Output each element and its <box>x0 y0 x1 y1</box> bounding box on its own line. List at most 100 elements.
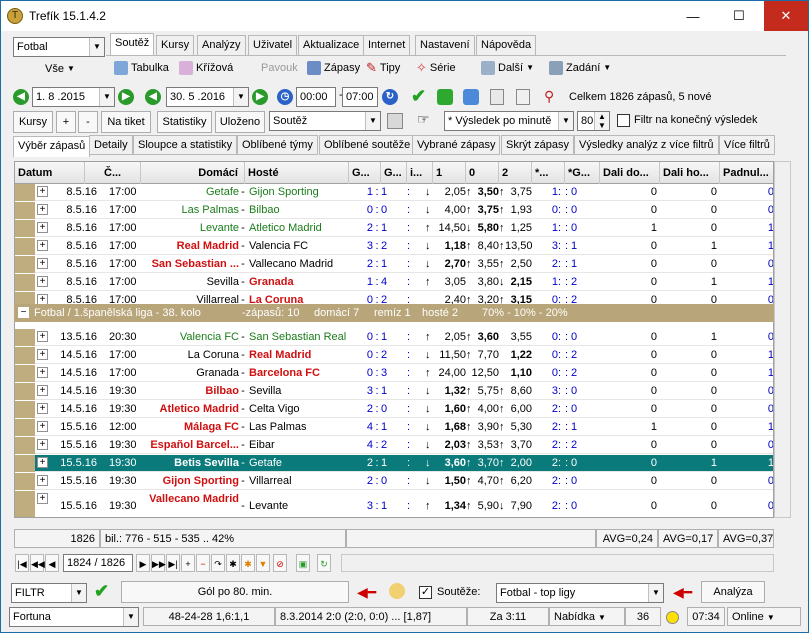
asterisk-icon[interactable]: ✱ <box>226 554 240 572</box>
user-icon[interactable] <box>389 583 405 599</box>
table-row[interactable]: +14.5.16 19:30 Atletico Madrid - Celta Vigo 2… <box>15 401 773 418</box>
col-g2[interactable]: G... <box>381 162 407 184</box>
krizova-button[interactable]: Křížová <box>179 58 233 78</box>
plus-button[interactable]: + <box>56 111 76 133</box>
table-row[interactable]: +15.5.16 19:30 Español Barcel... - Eibar 4:2:… <box>15 437 773 454</box>
zadani-dropdown[interactable]: Zadání ▼ <box>549 58 611 78</box>
time-from-input[interactable]: 00:00 <box>296 87 336 107</box>
redo-icon[interactable]: ↷ <box>211 554 225 572</box>
stop-icon[interactable]: ⊘ <box>273 554 287 572</box>
last-record-icon[interactable]: ▶| <box>166 554 180 572</box>
subtab-oblibene-souteze[interactable]: Oblíbené soutěže <box>319 135 416 155</box>
expand-icon[interactable]: + <box>37 403 48 414</box>
minimize-button[interactable]: — <box>670 1 716 31</box>
tab-internet[interactable]: Internet <box>363 35 411 55</box>
souteze-select[interactable]: Fotbal - top ligy ▼ <box>496 583 664 603</box>
excel-icon[interactable] <box>437 89 453 105</box>
horizontal-scrollbar[interactable] <box>341 554 774 572</box>
all-dropdown[interactable]: Vše ▼ <box>45 59 75 79</box>
statistiky-button[interactable]: Statistiky <box>157 111 212 133</box>
reload-icon[interactable]: ↻ <box>317 554 331 572</box>
table-row[interactable]: +15.5.16 19:30 Gijon Sporting - Villarreal 2:… <box>15 473 773 490</box>
col-0[interactable]: 0 <box>466 162 499 184</box>
save-filter-icon[interactable] <box>387 113 403 129</box>
col-cas[interactable]: Č... <box>101 162 141 184</box>
dalsi-dropdown[interactable]: Další ▼ <box>481 58 534 78</box>
tab-kursy[interactable]: Kursy <box>156 35 195 55</box>
zapasy-button[interactable]: Zápasy <box>307 58 360 78</box>
prev-date-to-icon[interactable]: ◀ <box>145 89 161 105</box>
time-to-input[interactable]: 07:00 <box>342 87 378 107</box>
vysledek-select[interactable]: * Výsledek po minutě ▼ <box>444 111 574 131</box>
checkmark-icon[interactable]: ✔ <box>411 87 429 105</box>
table-row[interactable]: +15.5.16 19:30 Vallecano Madrid - Levante 3:1… <box>15 491 773 517</box>
subtab-detaily[interactable]: Detaily <box>89 135 133 155</box>
minute-stepper[interactable]: 80 ▲ ▼ <box>577 111 610 131</box>
subtab-vysledky-analyz[interactable]: Výsledky analýz z více filtrů <box>574 135 719 155</box>
subtab-oblibene-tymy[interactable]: Oblíbené týmy <box>237 135 318 155</box>
expand-icon[interactable]: + <box>37 493 48 504</box>
online-dropdown[interactable]: Online ▼ <box>727 607 801 626</box>
collapse-icon[interactable]: − <box>18 307 29 318</box>
table-row[interactable]: +15.5.16 12:00 Málaga FC - Las Palmas 4:1: ↓ 1,… <box>15 419 773 436</box>
subtab-sloupce[interactable]: Sloupce a statistiky <box>133 135 238 155</box>
table-row[interactable]: +8.5.16 17:00 Real Madrid - Valencia FC 3:2: ↓… <box>15 238 773 255</box>
expand-icon[interactable]: + <box>37 276 48 287</box>
col-g1[interactable]: G... <box>349 162 381 184</box>
refresh-icon[interactable]: ↻ <box>382 89 398 105</box>
next-date-icon[interactable]: ▶ <box>118 89 134 105</box>
lock-icon[interactable]: ▣ <box>296 554 310 572</box>
tab-soutez[interactable]: Soutěž <box>110 33 155 55</box>
next-date-to-icon[interactable]: ▶ <box>252 89 268 105</box>
search-icon[interactable]: ⚲ <box>544 88 554 105</box>
group-header[interactable]: − Fotbal / 1.španělská liga - 38. kolo -… <box>14 304 774 322</box>
sport-select[interactable]: Fotbal ▼ <box>13 37 105 57</box>
expand-icon[interactable]: + <box>37 457 48 468</box>
nabidka-dropdown[interactable]: Nabídka ▼ <box>549 607 625 626</box>
col-i[interactable]: i... <box>407 162 433 184</box>
table-row[interactable]: +15.5.16 19:30 Betis Sevilla - Getafe 2:1: ↓ 3,… <box>15 455 773 472</box>
col-dali-domaci[interactable]: Dali do... <box>600 162 660 184</box>
date-from-picker[interactable]: 1. 8 .2015 ▼ <box>32 87 115 107</box>
calendar-icon[interactable] <box>516 89 530 105</box>
table-row[interactable]: +13.5.16 20:30 Valencia FC - San Sebastian R… <box>15 329 773 346</box>
subtab-vybrane-zapasy[interactable]: Vybrané zápasy <box>412 135 501 155</box>
col-1[interactable]: 1 <box>433 162 466 184</box>
col-padnul[interactable]: Padnul... <box>720 162 773 184</box>
add-record-icon[interactable]: + <box>181 554 195 572</box>
expand-icon[interactable]: + <box>37 331 48 342</box>
soutez-select[interactable]: Soutěž ▼ <box>269 111 381 131</box>
close-button[interactable]: ✕ <box>764 1 808 31</box>
filtr-select[interactable]: FILTR ▼ <box>11 583 87 603</box>
clock-icon[interactable]: ◷ <box>277 89 293 105</box>
analyza-button[interactable]: Analýza <box>701 581 765 603</box>
record-position[interactable]: 1824 / 1826 <box>63 554 133 572</box>
gol-button[interactable]: Gól po 80. min. <box>121 581 349 603</box>
kursy-button[interactable]: Kursy <box>13 111 53 133</box>
prev-record-icon[interactable]: ◀ <box>45 554 59 572</box>
table-row[interactable]: +8.5.16 17:00 Levante - Atletico Madrid 2:1: ↑… <box>15 220 773 237</box>
tab-aktualizace[interactable]: Aktualizace <box>298 35 365 55</box>
vertical-scrollbar[interactable] <box>774 161 791 518</box>
expand-icon[interactable]: + <box>37 367 48 378</box>
na-tiket-button[interactable]: Na tiket <box>101 111 151 133</box>
serie-button[interactable]: ✧ Série <box>416 58 456 78</box>
col-2[interactable]: 2 <box>499 162 532 184</box>
delete-record-icon[interactable]: − <box>196 554 210 572</box>
apply-checkmark-icon[interactable]: ✔ <box>94 581 109 602</box>
next-page-icon[interactable]: ▶▶ <box>151 554 166 572</box>
subtab-vice-filtru[interactable]: Více filtrů <box>719 135 775 155</box>
export-icon[interactable] <box>463 89 479 105</box>
col-datum[interactable]: Datum <box>15 162 85 184</box>
expand-icon[interactable]: + <box>37 385 48 396</box>
ulozeno-button[interactable]: Uloženo <box>215 111 265 133</box>
col-star[interactable]: *... <box>532 162 565 184</box>
expand-icon[interactable]: + <box>37 258 48 269</box>
prev-date-icon[interactable]: ◀ <box>13 89 29 105</box>
col-star-g[interactable]: *G... <box>565 162 600 184</box>
first-record-icon[interactable]: |◀ <box>15 554 29 572</box>
table-row[interactable]: +8.5.16 17:00 Las Palmas - Bilbao 0:0: ↓ 4,00 ↑ 3… <box>15 202 773 219</box>
subtab-vyber-zapasu[interactable]: Výběr zápasů <box>13 136 91 157</box>
tab-analyzy[interactable]: Analýzy <box>197 35 246 55</box>
col-domaci[interactable]: Domácí <box>141 162 245 184</box>
